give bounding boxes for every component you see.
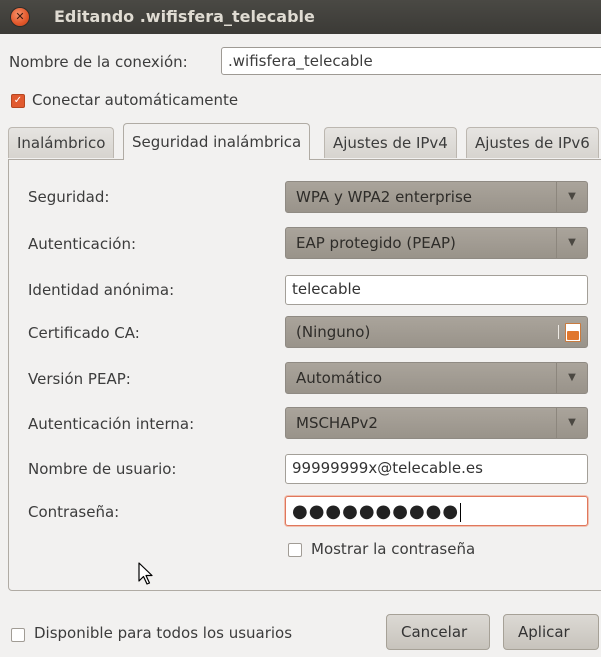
tab-wireless-security[interactable]: Seguridad inalámbrica [123,123,311,160]
tab-bar: Inalámbrico Seguridad inalámbrica Ajuste… [8,123,601,160]
authentication-combo[interactable]: EAP protegido (PEAP) ▼ [285,227,588,259]
window-titlebar: ✕ Editando .wifisfera_telecable [0,0,601,34]
security-combo-value: WPA y WPA2 enterprise [296,188,472,206]
username-input[interactable]: 99999999x@telecable.es [285,454,588,484]
close-icon[interactable]: ✕ [11,8,29,26]
chevron-down-icon: ▼ [556,363,587,393]
mouse-pointer-icon [138,562,153,585]
security-combo[interactable]: WPA y WPA2 enterprise ▼ [285,181,588,213]
tab-wireless[interactable]: Inalámbrico [8,127,115,158]
password-label: Contraseña: [28,503,120,521]
chevron-down-icon: ▼ [556,408,587,438]
checkmark-icon: ✓ [13,95,23,106]
inner-authentication-value: MSCHAPv2 [296,414,378,432]
text-caret [460,503,462,522]
inner-authentication-combo[interactable]: MSCHAPv2 ▼ [285,407,588,439]
cancel-button[interactable]: Cancelar [386,614,490,650]
separator [558,325,559,339]
tab-ipv4-settings[interactable]: Ajustes de IPv4 [324,127,457,158]
window-title: Editando .wifisfera_telecable [54,7,315,26]
password-input[interactable]: ●●●●●●●●●● [285,496,588,526]
connection-name-input[interactable]: .wifisfera_telecable [221,47,601,75]
anonymous-identity-label: Identidad anónima: [28,281,175,299]
peap-version-combo[interactable]: Automático ▼ [285,362,588,394]
authentication-combo-value: EAP protegido (PEAP) [296,234,456,252]
peap-version-value: Automático [296,369,383,387]
chevron-down-icon: ▼ [556,228,587,258]
tab-ipv6-settings[interactable]: Ajustes de IPv6 [466,127,599,158]
connection-name-label: Nombre de la conexión: [9,53,188,71]
file-chooser-icon [565,323,581,342]
autoconnect-label: Conectar automáticamente [32,91,239,109]
username-label: Nombre de usuario: [28,460,177,478]
inner-authentication-label: Autenticación interna: [28,415,195,433]
show-password-label: Mostrar la contraseña [311,540,476,558]
chevron-down-icon: ▼ [556,182,587,212]
apply-button[interactable]: Aplicar [503,614,599,650]
show-password-checkbox[interactable] [288,543,302,557]
ca-certificate-label: Certificado CA: [28,324,140,342]
authentication-label: Autenticación: [28,235,137,253]
autoconnect-checkbox[interactable]: ✓ [11,94,25,108]
ca-certificate-chooser[interactable]: (Ninguno) [285,316,588,348]
all-users-checkbox[interactable] [11,628,25,642]
security-label: Seguridad: [28,188,110,206]
ca-certificate-value: (Ninguno) [296,323,371,341]
password-mask: ●●●●●●●●●● [292,501,460,522]
all-users-label: Disponible para todos los usuarios [34,624,293,642]
anonymous-identity-input[interactable]: telecable [285,275,588,305]
peap-version-label: Versión PEAP: [28,370,131,388]
